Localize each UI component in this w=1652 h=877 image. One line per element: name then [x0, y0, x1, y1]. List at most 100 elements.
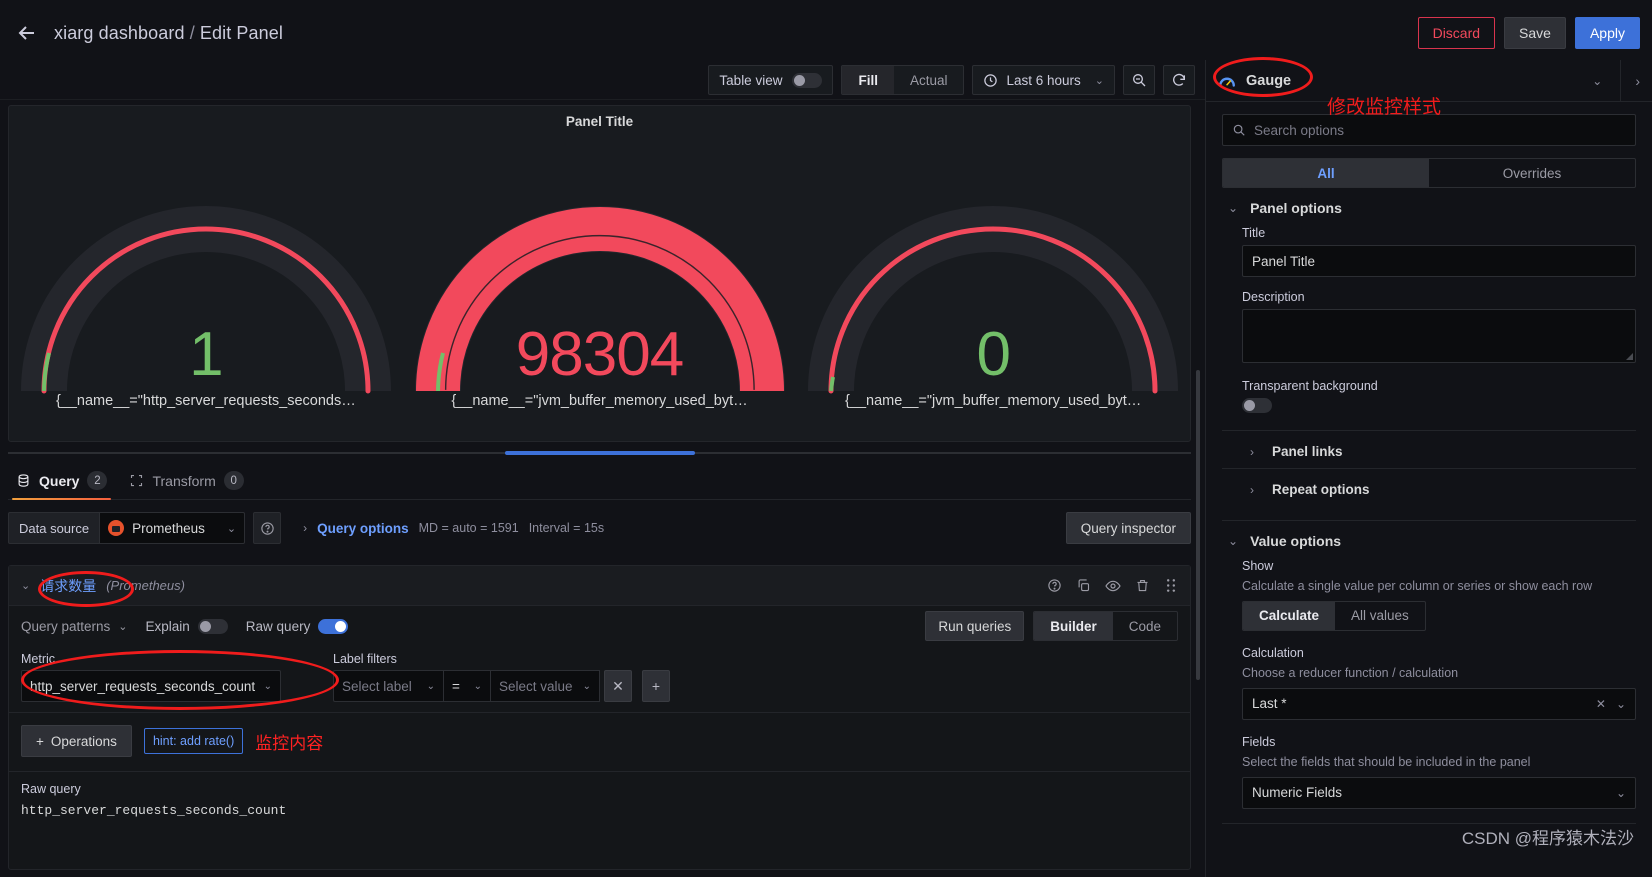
gauge-container: 1 {__name__="http_server_requests_second… [9, 129, 1190, 424]
visualization-picker[interactable]: Gauge ⌄ › [1206, 59, 1652, 102]
save-button[interactable]: Save [1504, 17, 1566, 49]
metric-and-filters-row: Metric http_server_requests_seconds_coun… [9, 646, 1190, 712]
title-input[interactable]: Panel Title [1242, 245, 1636, 277]
select-value-dropdown[interactable]: Select value ⌄ [490, 670, 600, 702]
query-name[interactable]: 请求数量 [40, 576, 96, 596]
tab-transform-count: 0 [223, 471, 244, 490]
help-circle-icon[interactable] [1047, 578, 1062, 593]
eye-icon[interactable] [1105, 578, 1121, 594]
table-view-toggle[interactable] [792, 72, 823, 88]
discard-button[interactable]: Discard [1417, 17, 1496, 49]
repeat-options-row[interactable]: › Repeat options [1222, 468, 1636, 506]
resize-grab-handle[interactable] [504, 451, 695, 455]
time-range-picker[interactable]: Last 6 hours ⌄ [972, 65, 1115, 95]
tab-query[interactable]: Query 2 [8, 471, 121, 500]
show-calculate-option[interactable]: Calculate [1243, 601, 1336, 630]
tab-transform[interactable]: Transform 0 [121, 471, 257, 499]
annotation-monitor-content-text: 监控内容 [255, 733, 324, 753]
operator-dropdown[interactable]: = ⌄ [443, 670, 490, 702]
raw-query-label: Raw query [245, 618, 311, 634]
chevron-down-icon[interactable]: ⌄ [1616, 786, 1626, 800]
interval-text: Interval = 15s [528, 521, 605, 535]
label-filters-label: Label filters [333, 652, 397, 666]
query-options-group: › Query options MD = auto = 1591 Interva… [303, 521, 604, 536]
fill-option[interactable]: Fill [842, 66, 894, 94]
plus-icon: + [36, 733, 44, 749]
expand-viz-list-icon[interactable]: › [1620, 59, 1640, 102]
raw-query-toggle[interactable] [318, 618, 349, 634]
tab-all[interactable]: All [1223, 159, 1429, 187]
query-patterns-label: Query patterns [21, 618, 111, 634]
breadcrumb-page: Edit Panel [199, 22, 283, 43]
chevron-right-icon[interactable]: › [303, 521, 307, 535]
zoom-out-button[interactable] [1123, 65, 1155, 95]
gauge-item: 0 {__name__="jvm_buffer_memory_used_byt… [796, 129, 1190, 424]
section-value-options-header[interactable]: ⌄ Value options [1222, 533, 1636, 549]
datasource-help-button[interactable] [253, 512, 282, 544]
calculation-select-actions: ✕ ⌄ [1596, 697, 1626, 711]
fields-select[interactable]: Numeric Fields ⌄ [1242, 776, 1636, 809]
section-panel-options-title: Panel options [1250, 200, 1342, 216]
section-value-options-title: Value options [1250, 533, 1342, 549]
search-options-box[interactable]: Search options [1222, 114, 1636, 146]
grafana-edit-panel-page: xiarg dashboard / Edit Panel Discard Sav… [0, 0, 1652, 877]
panel-vertical-scrollbar[interactable] [1196, 370, 1200, 680]
operations-label: Operations [50, 733, 117, 749]
chevron-down-icon: ⌄ [226, 522, 237, 535]
apply-button[interactable]: Apply [1574, 17, 1640, 49]
metric-value: http_server_requests_seconds_count [30, 678, 256, 694]
fields-select-actions: ⌄ [1616, 786, 1626, 800]
calculation-value: Last * [1252, 696, 1287, 712]
datasource-picker[interactable]: Prometheus ⌄ [99, 512, 246, 544]
query-inspector-button[interactable]: Query inspector [1065, 512, 1191, 544]
gauge-item: 98304 {__name__="jvm_buffer_memory_used_… [403, 129, 797, 424]
add-filter-button[interactable]: + [642, 670, 670, 702]
description-textarea[interactable] [1242, 309, 1636, 363]
chevron-down-icon: ⌄ [1228, 534, 1239, 548]
clear-icon[interactable]: ✕ [1596, 697, 1606, 711]
section-panel-options-header[interactable]: ⌄ Panel options [1222, 200, 1636, 216]
hint-add-rate-button[interactable]: hint: add rate() [143, 728, 244, 754]
select-label-dropdown[interactable]: Select label ⌄ [333, 670, 443, 702]
max-data-points-text: MD = auto = 1591 [418, 521, 519, 535]
explain-toggle[interactable] [197, 618, 228, 634]
breadcrumb-dashboard[interactable]: xiarg dashboard [54, 23, 185, 43]
run-queries-button[interactable]: Run queries [925, 611, 1025, 641]
collapse-chevron-icon[interactable]: ⌄ [21, 579, 30, 592]
transparent-background-toggle[interactable] [1242, 398, 1272, 413]
panel-resize-divider[interactable] [8, 451, 1191, 455]
operator-value: = [452, 678, 460, 694]
builder-mode-option[interactable]: Builder [1034, 612, 1113, 640]
table-view-control[interactable]: Table view [708, 65, 834, 95]
chevron-down-icon: ⌄ [426, 680, 435, 692]
explain-toggle-group: Explain [146, 618, 228, 634]
query-options-link[interactable]: Query options [317, 521, 409, 536]
repeat-options-label: Repeat options [1272, 482, 1370, 497]
refresh-button[interactable] [1163, 65, 1195, 95]
time-range-label: Last 6 hours [1006, 72, 1081, 88]
zoom-out-icon [1133, 74, 1146, 87]
chevron-down-icon[interactable]: ⌄ [1592, 74, 1602, 88]
trash-icon[interactable] [1135, 578, 1150, 593]
help-circle-icon [260, 521, 274, 535]
drag-handle-icon[interactable] [1164, 578, 1178, 593]
tab-query-count: 2 [87, 471, 108, 490]
chevron-down-icon[interactable]: ⌄ [1616, 697, 1626, 711]
metric-select[interactable]: http_server_requests_seconds_count ⌄ [21, 670, 281, 702]
description-field-label: Description [1242, 290, 1305, 304]
actual-option[interactable]: Actual [894, 66, 964, 94]
tab-overrides[interactable]: Overrides [1429, 159, 1635, 187]
back-arrow-icon[interactable] [14, 20, 40, 46]
breadcrumb-separator: / [184, 22, 200, 43]
calculation-select[interactable]: Last * ✕ ⌄ [1242, 687, 1636, 720]
add-operations-button[interactable]: + Operations [21, 725, 132, 757]
remove-filter-button[interactable]: ✕ [604, 670, 632, 702]
panel-links-row[interactable]: › Panel links [1222, 430, 1636, 468]
fields-field-description: Select the fields that should be include… [1242, 754, 1531, 769]
duplicate-icon[interactable] [1076, 578, 1091, 593]
panel-options-fields: Title Panel Title Description Transparen… [1222, 216, 1636, 418]
code-mode-option[interactable]: Code [1113, 612, 1177, 640]
topnav-actions: Discard Save Apply [1417, 17, 1652, 49]
show-all-values-option[interactable]: All values [1335, 602, 1425, 630]
query-patterns-dropdown[interactable]: Query patterns ⌄ [21, 619, 128, 634]
